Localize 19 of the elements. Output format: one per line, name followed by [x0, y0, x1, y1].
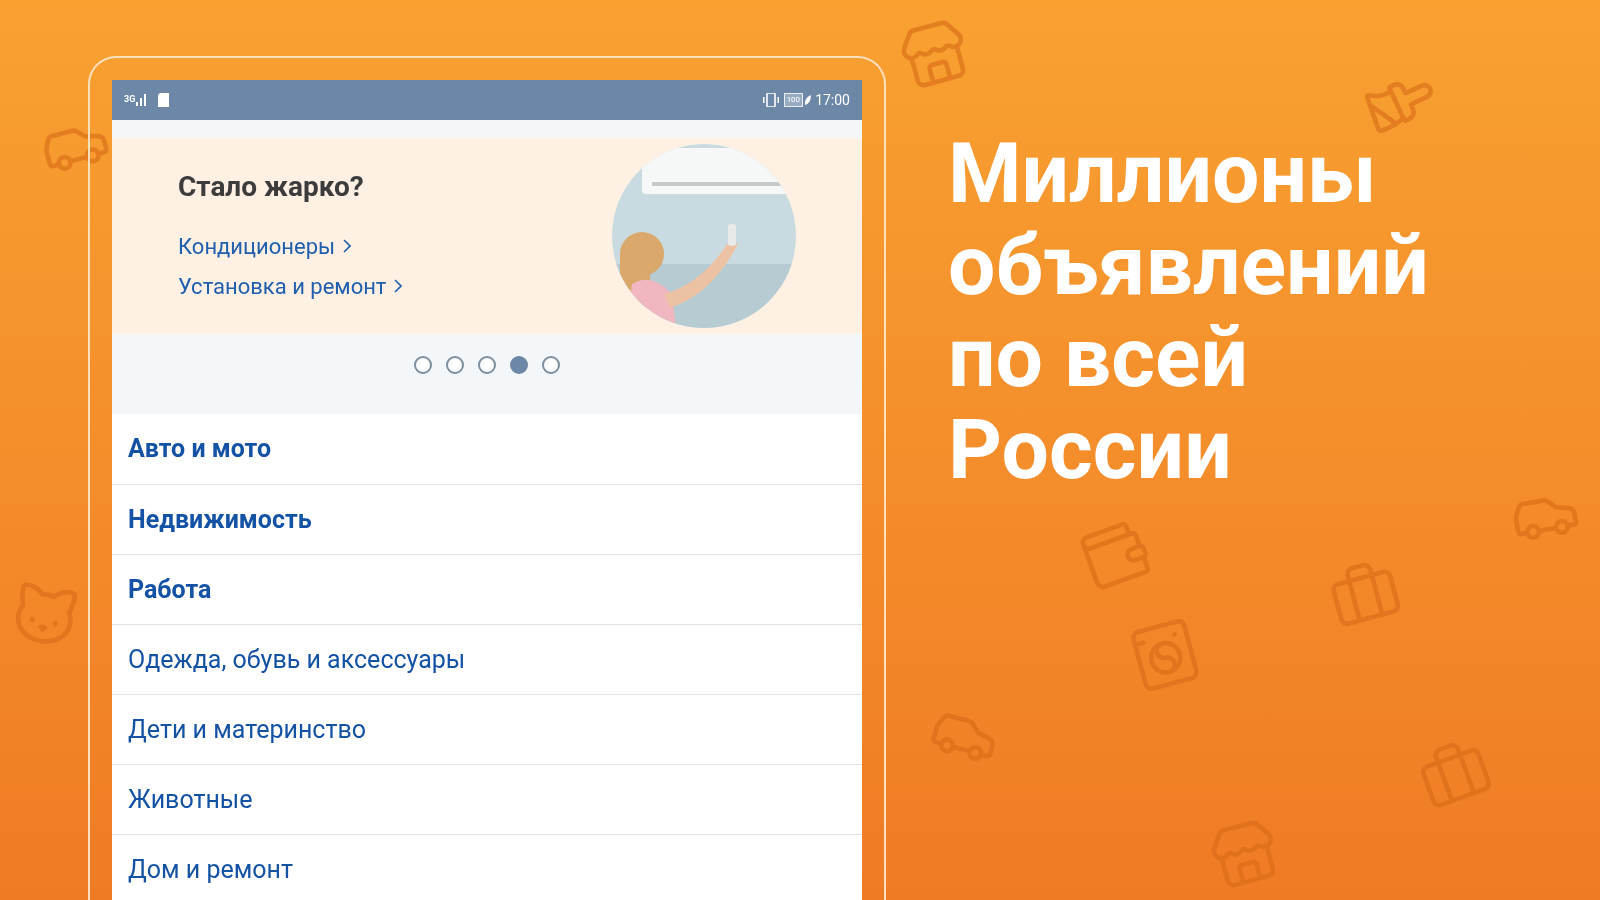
clock-time: 17:00 — [815, 90, 850, 110]
chevron-right-icon — [343, 239, 352, 253]
category-item[interactable]: Дети и материнство — [112, 694, 862, 764]
chevron-right-icon — [394, 279, 403, 293]
category-item[interactable]: Авто и мото — [112, 414, 862, 484]
network-label: 3G — [124, 93, 136, 107]
category-item[interactable]: Работа — [112, 554, 862, 624]
leaf-icon — [804, 95, 812, 105]
banner-link[interactable]: Кондиционеры — [178, 226, 612, 266]
banner-link[interactable]: Установка и ремонт — [178, 266, 612, 306]
category-item[interactable]: Дом и ремонт — [112, 834, 862, 900]
vibrate-icon — [761, 93, 780, 107]
sim-card-icon — [158, 93, 170, 107]
signal-icon — [136, 94, 147, 106]
category-item[interactable]: Одежда, обувь и аксессуары — [112, 624, 862, 694]
banner-title: Стало жарко? — [178, 169, 365, 205]
category-item[interactable]: Недвижимость — [112, 484, 862, 554]
category-item[interactable]: Животные — [112, 764, 862, 834]
headline: Миллионы объявлений по всей России — [948, 128, 1430, 496]
